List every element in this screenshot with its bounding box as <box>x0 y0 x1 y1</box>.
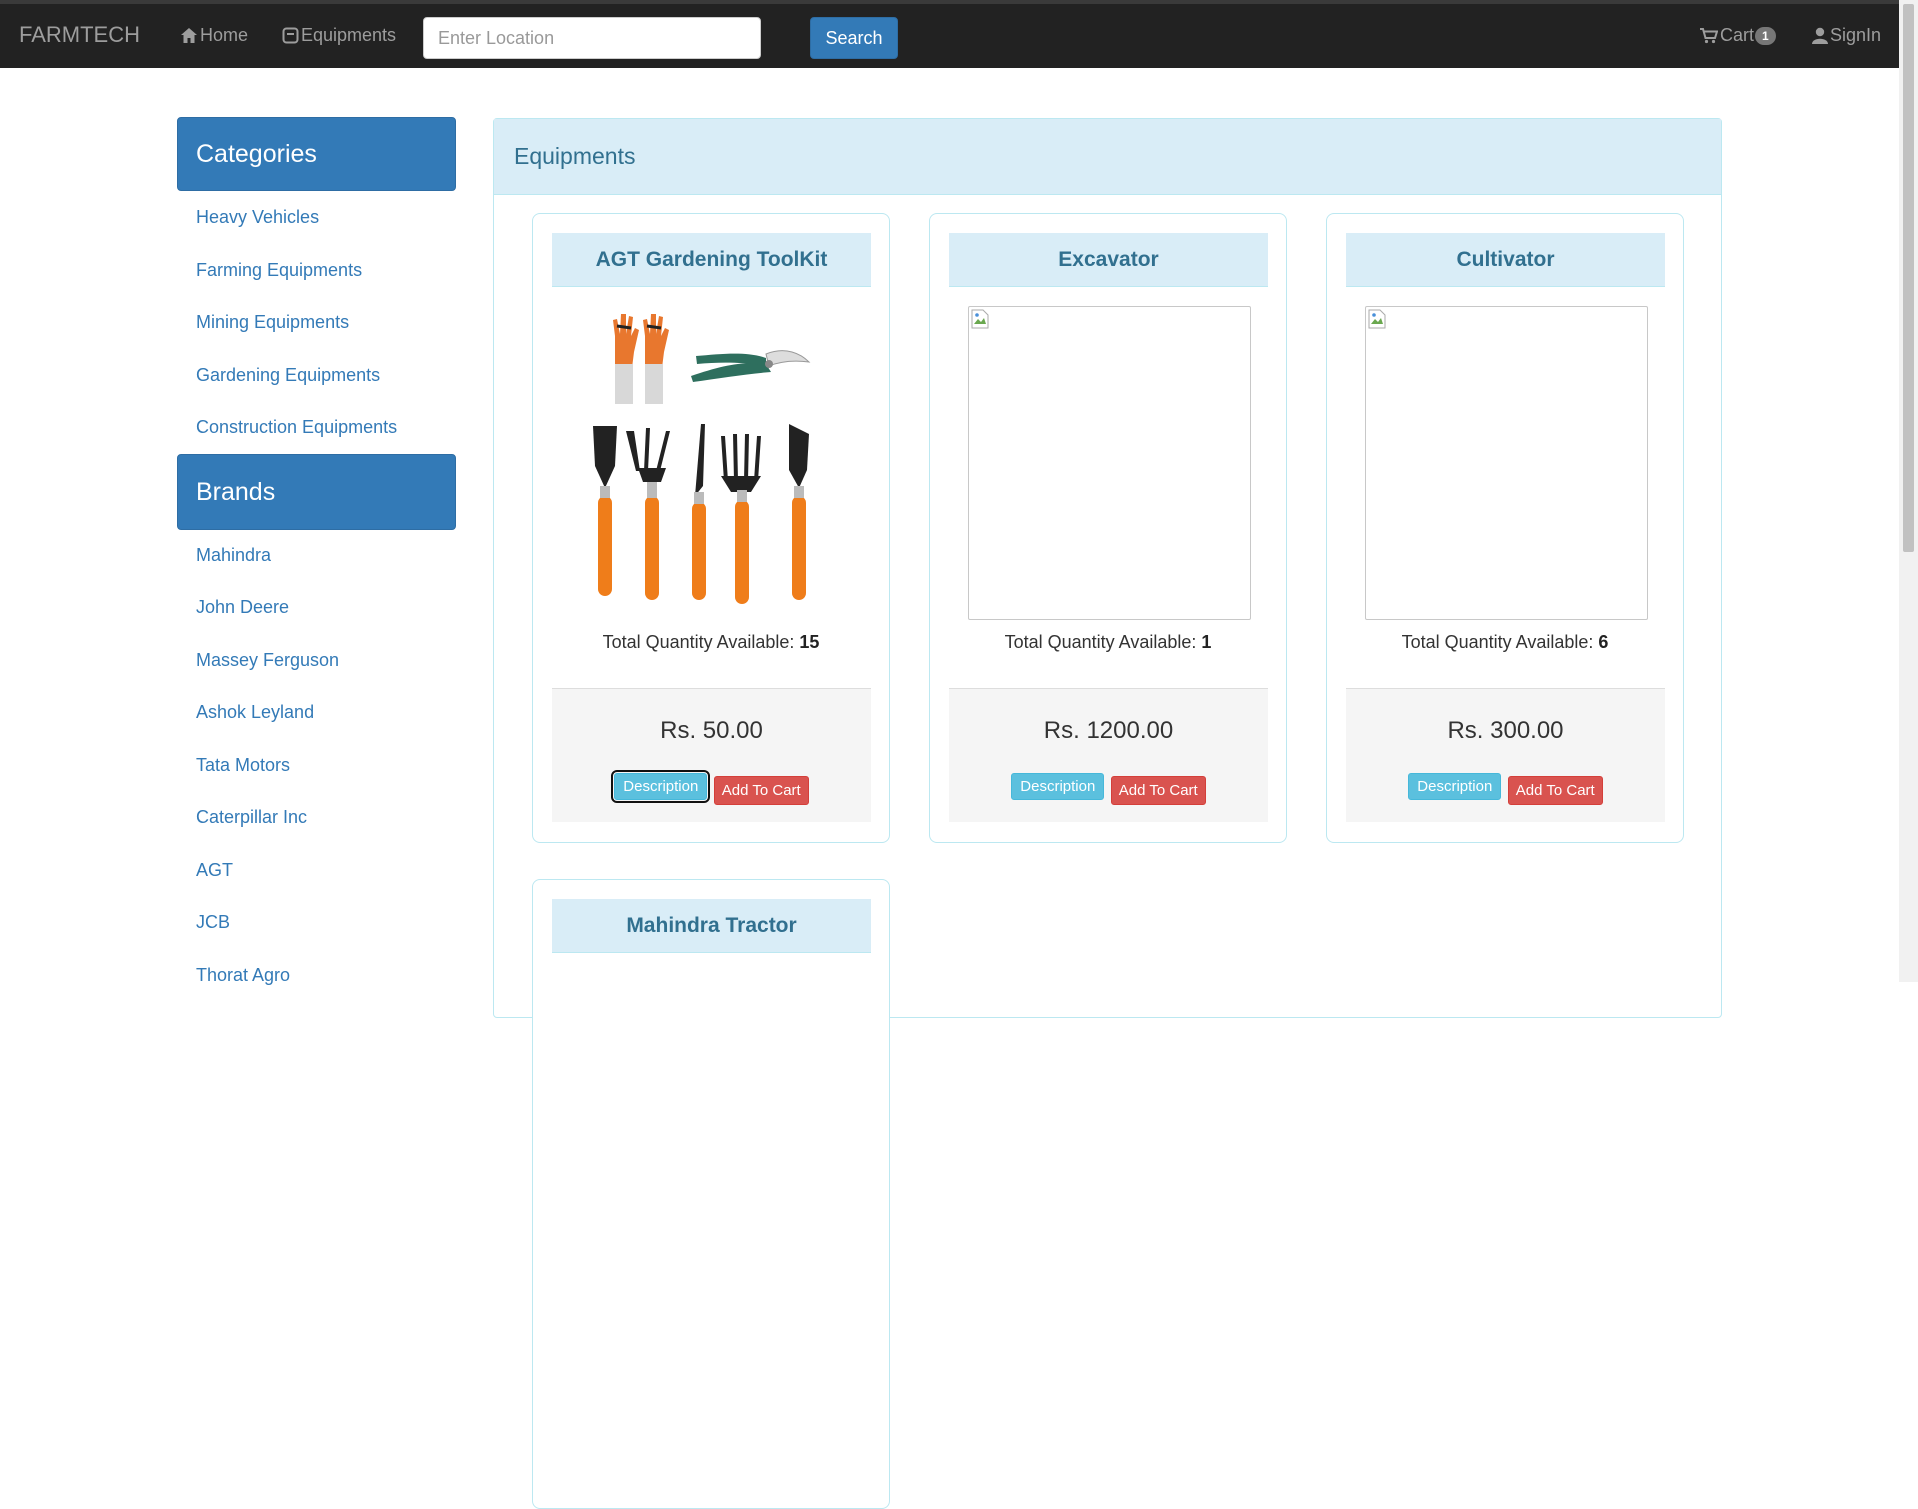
brand-thorat-agro[interactable]: Thorat Agro <box>196 965 290 986</box>
product-card: Excavator Total Quantity Available: 1 Rs… <box>929 213 1287 843</box>
brand-logo[interactable]: FARMTECH <box>19 22 140 48</box>
quantity-value: 6 <box>1598 632 1609 652</box>
nav-home-link[interactable]: Home <box>180 25 248 46</box>
equipments-panel-title: Equipments <box>494 119 1721 195</box>
brand-massey-ferguson[interactable]: Massey Ferguson <box>196 650 339 671</box>
search-button[interactable]: Search <box>810 17 898 59</box>
brand-john-deere[interactable]: John Deere <box>196 597 289 618</box>
nav-equipments-link[interactable]: Equipments <box>282 25 396 46</box>
brand-mahindra[interactable]: Mahindra <box>196 545 271 566</box>
broken-image-icon <box>1368 309 1386 329</box>
top-navbar: FARMTECH Home Equipments Search Cart 1 S… <box>0 0 1899 68</box>
description-button[interactable]: Description <box>1408 773 1502 800</box>
nav-signin-link[interactable]: SignIn <box>1812 25 1881 46</box>
quantity-value: 1 <box>1201 632 1212 652</box>
quantity-available: Total Quantity Available: 15 <box>533 632 889 653</box>
nav-equipments-label: Equipments <box>301 25 397 45</box>
add-to-cart-button[interactable]: Add To Cart <box>1110 776 1206 805</box>
quantity-label: Total Quantity Available: <box>1401 632 1594 652</box>
categories-header: Categories <box>177 117 456 191</box>
nav-cart-link[interactable]: Cart 1 <box>1700 25 1776 46</box>
brand-jcb[interactable]: JCB <box>196 912 230 933</box>
product-price: Rs. 1200.00 <box>1043 717 1174 744</box>
product-image-broken <box>968 306 1251 620</box>
product-price: Rs. 50.00 <box>660 717 763 744</box>
quantity-label: Total Quantity Available: <box>1004 632 1197 652</box>
add-to-cart-button[interactable]: Add To Cart <box>713 776 809 805</box>
nav-cart-label: Cart <box>1720 25 1755 45</box>
broken-image-icon <box>971 309 989 329</box>
quantity-available: Total Quantity Available: 6 <box>1327 632 1683 653</box>
quantity-available: Total Quantity Available: 1 <box>930 632 1286 653</box>
product-title[interactable]: AGT Gardening ToolKit <box>552 233 871 287</box>
brand-caterpillar-inc[interactable]: Caterpillar Inc <box>196 807 307 828</box>
scrollbar-thumb[interactable] <box>1903 4 1914 552</box>
product-image <box>571 306 854 620</box>
product-footer: Rs. 50.00 Description Add To Cart <box>552 688 871 822</box>
quantity-label: Total Quantity Available: <box>602 632 795 652</box>
equipments-panel: Equipments AGT Gardening ToolKit Total Q… <box>493 118 1722 1509</box>
category-gardening-equipments[interactable]: Gardening Equipments <box>196 365 380 386</box>
product-price: Rs. 300.00 <box>1447 717 1564 744</box>
nav-signin-label: SignIn <box>1830 25 1882 45</box>
cart-icon <box>1700 27 1718 43</box>
gardening-toolkit-illustration <box>593 314 811 604</box>
brand-agt[interactable]: AGT <box>196 860 233 881</box>
product-title[interactable]: Excavator <box>949 233 1268 287</box>
brands-header: Brands <box>177 454 456 530</box>
product-card: Cultivator Total Quantity Available: 6 R… <box>1326 213 1684 843</box>
category-heavy-vehicles[interactable]: Heavy Vehicles <box>196 207 319 228</box>
cart-count-badge: 1 <box>1755 26 1776 45</box>
brand-ashok-leyland[interactable]: Ashok Leyland <box>196 702 314 723</box>
home-icon <box>181 28 197 43</box>
product-image-broken <box>1365 306 1648 620</box>
brand-tata-motors[interactable]: Tata Motors <box>196 755 290 776</box>
equipment-icon <box>282 27 299 44</box>
description-button[interactable]: Description <box>1011 773 1105 800</box>
add-to-cart-button[interactable]: Add To Cart <box>1507 776 1603 805</box>
location-search-input[interactable] <box>423 17 761 59</box>
product-title[interactable]: Mahindra Tractor <box>552 899 871 953</box>
product-footer: Rs. 300.00 Description Add To Cart <box>1346 688 1665 822</box>
product-footer: Rs. 1200.00 Description Add To Cart <box>949 688 1268 822</box>
page-scrollbar[interactable] <box>1899 0 1918 982</box>
category-farming-equipments[interactable]: Farming Equipments <box>196 260 362 281</box>
nav-home-label: Home <box>200 25 249 45</box>
product-title[interactable]: Cultivator <box>1346 233 1665 287</box>
user-icon <box>1812 27 1828 44</box>
quantity-value: 15 <box>799 632 820 652</box>
category-construction-equipments[interactable]: Construction Equipments <box>196 417 397 438</box>
description-button[interactable]: Description <box>611 770 711 803</box>
category-mining-equipments[interactable]: Mining Equipments <box>196 312 349 333</box>
product-card: Mahindra Tractor <box>532 879 890 1509</box>
product-card: AGT Gardening ToolKit Total Quantity Ava… <box>532 213 890 843</box>
